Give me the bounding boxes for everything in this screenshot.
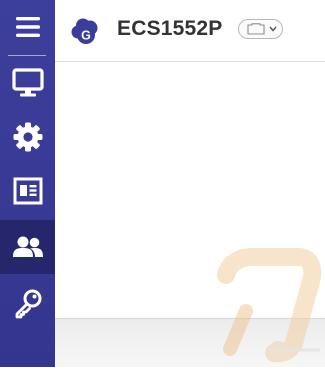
brand-logo: G (71, 18, 98, 44)
sidebar-item-security[interactable] (0, 276, 55, 330)
top-header: G ECS1552P (55, 0, 325, 62)
hamburger-icon (15, 17, 40, 37)
sidebar-menu-button[interactable] (0, 0, 55, 54)
sidebar-item-monitor[interactable] (0, 56, 55, 110)
gear-icon (13, 122, 42, 152)
device-port-dropdown[interactable] (238, 19, 283, 39)
newspaper-icon (13, 177, 42, 205)
ethernet-port-icon (247, 23, 265, 35)
monitor-icon (11, 68, 44, 97)
key-icon (15, 289, 41, 319)
brand-logo-letter: G (81, 29, 91, 43)
users-icon (12, 236, 43, 257)
device-name: ECS1552P (117, 17, 223, 40)
sidebar-item-dashboard[interactable] (0, 164, 55, 218)
sidebar (0, 0, 55, 367)
watermark-logo (217, 248, 322, 363)
chevron-down-icon (269, 26, 277, 32)
sidebar-item-accounts[interactable] (0, 220, 55, 274)
sidebar-item-settings[interactable] (0, 110, 55, 164)
